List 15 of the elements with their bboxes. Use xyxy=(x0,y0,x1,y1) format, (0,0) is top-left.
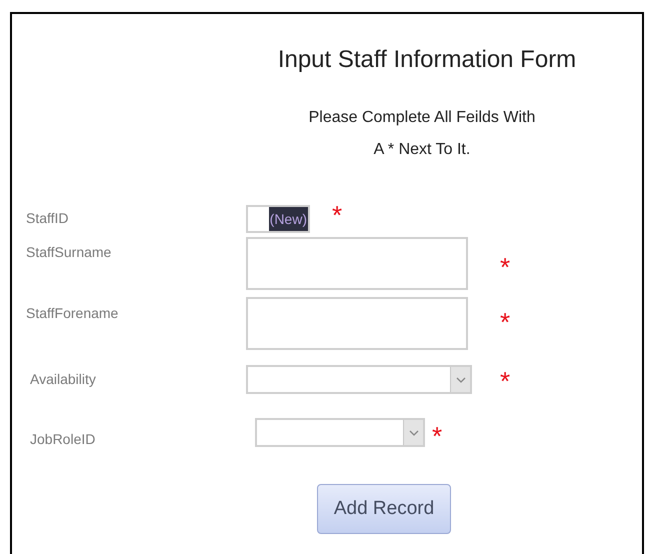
required-marker: * xyxy=(432,423,442,449)
staff-id-field[interactable]: (New) xyxy=(246,205,310,233)
required-marker: * xyxy=(332,202,342,228)
field-label: StaffForename xyxy=(26,304,118,323)
form-title: Input Staff Information Form xyxy=(276,45,578,75)
required-marker: * xyxy=(500,309,510,335)
field-label: JobRoleID xyxy=(30,430,96,449)
instruction-text: Please Complete All Feilds With xyxy=(308,108,536,128)
instruction-text: A * Next To It. xyxy=(374,140,470,160)
add-record-button[interactable]: Add Record xyxy=(317,484,451,534)
required-marker: * xyxy=(500,254,510,280)
field-label: StaffSurname xyxy=(26,243,112,262)
field-label: StaffID xyxy=(26,209,69,228)
field-label: Availability xyxy=(30,370,96,389)
required-marker: * xyxy=(500,368,510,394)
